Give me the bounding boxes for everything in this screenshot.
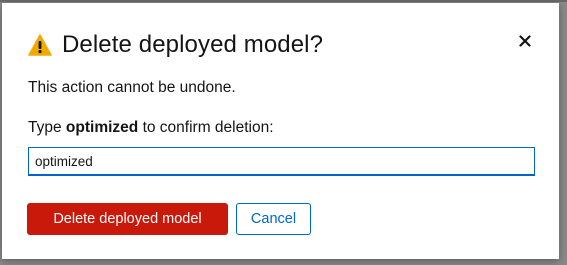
modal-header: Delete deployed model?	[28, 31, 323, 59]
cancel-button[interactable]: Cancel	[236, 203, 311, 235]
delete-model-modal: Delete deployed model? This action canno…	[2, 3, 559, 259]
modal-title: Delete deployed model?	[62, 31, 324, 58]
close-icon	[519, 34, 531, 52]
modal-description: This action cannot be undone.	[28, 79, 236, 96]
confirm-keyword: optimized	[65, 119, 139, 136]
confirm-prefix: Type	[28, 119, 66, 136]
close-button[interactable]	[517, 35, 533, 51]
warning-triangle-icon	[28, 34, 52, 56]
confirm-instruction: Type optimized to confirm deletion:	[28, 119, 274, 137]
modal-actions: Delete deployed model Cancel	[27, 203, 311, 235]
backdrop-strip	[0, 0, 567, 2]
delete-deployed-model-button[interactable]: Delete deployed model	[27, 203, 228, 235]
confirm-suffix: to confirm deletion:	[138, 119, 274, 136]
confirm-input[interactable]	[28, 147, 535, 176]
